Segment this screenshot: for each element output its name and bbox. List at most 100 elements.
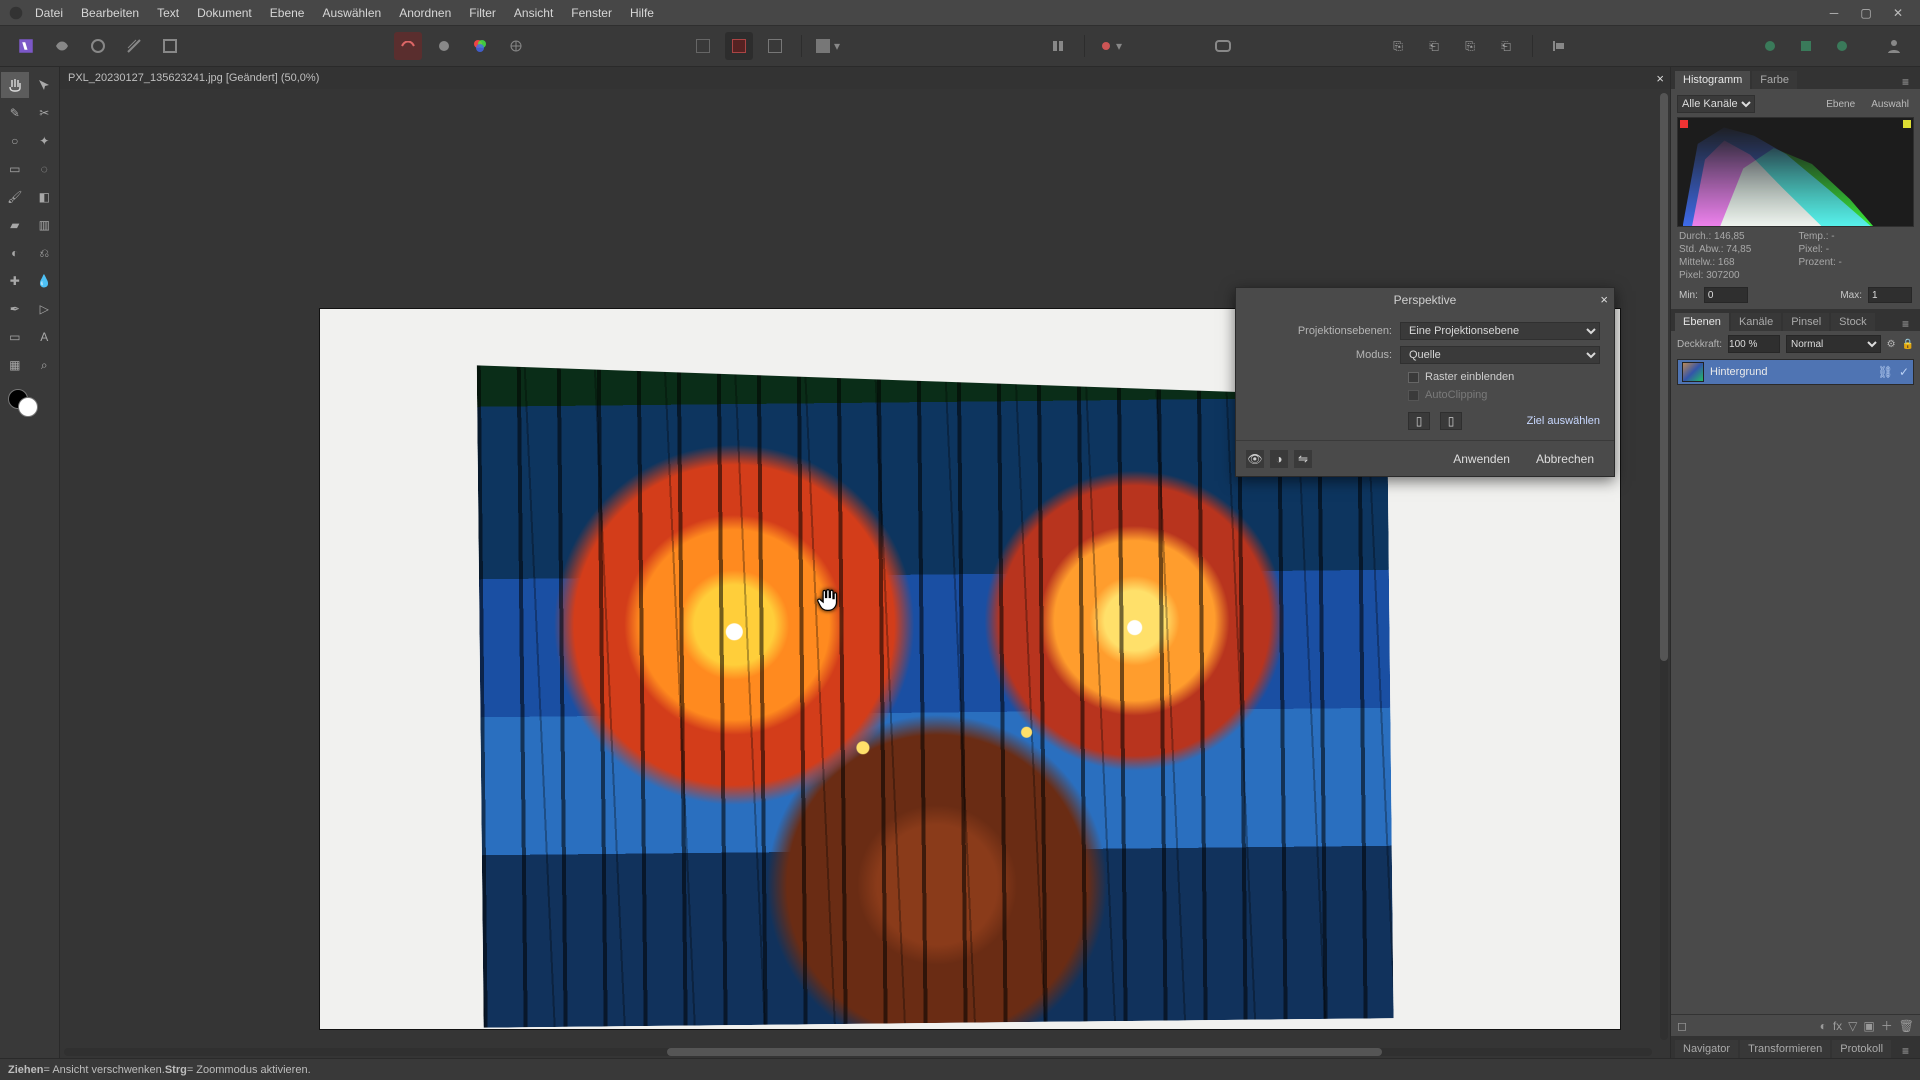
compare-toggle-icon[interactable]: ◑: [1270, 450, 1288, 468]
menu-datei[interactable]: Datei: [26, 2, 72, 24]
node-tool[interactable]: ▷: [31, 296, 59, 322]
move-tool[interactable]: [31, 72, 59, 98]
menu-auswaehlen[interactable]: Auswählen: [313, 2, 390, 24]
menu-hilfe[interactable]: Hilfe: [621, 2, 663, 24]
gradient-tool[interactable]: ▥: [31, 212, 59, 238]
arrange-front-icon[interactable]: ⎗: [1492, 32, 1520, 60]
fx-layer-icon[interactable]: fx: [1833, 1019, 1842, 1033]
snap-grid-icon[interactable]: [689, 32, 717, 60]
erase-tool[interactable]: ◧: [31, 184, 59, 210]
nav-panel-menu-icon[interactable]: ≡: [1902, 1044, 1916, 1058]
window-minimize-button[interactable]: ─: [1818, 4, 1850, 22]
persona-liquify-icon[interactable]: [48, 32, 76, 60]
persona-photo-icon[interactable]: [12, 32, 40, 60]
zoom-tool[interactable]: ⌕: [31, 352, 59, 378]
arrange-backward-icon[interactable]: ⎗: [1420, 32, 1448, 60]
persona-tone-icon[interactable]: [120, 32, 148, 60]
menu-ansicht[interactable]: Ansicht: [505, 2, 562, 24]
horizontal-scrollbar[interactable]: [64, 1048, 1652, 1056]
mirror-toggle-icon[interactable]: ⇋: [1294, 450, 1312, 468]
hist-scope-ebene[interactable]: Ebene: [1821, 97, 1860, 112]
persona-export-icon[interactable]: [156, 32, 184, 60]
crop-tool[interactable]: ✂: [31, 100, 59, 126]
window-close-button[interactable]: ✕: [1882, 4, 1914, 22]
paint-brush-tool[interactable]: 🖌: [1, 184, 29, 210]
menu-anordnen[interactable]: Anordnen: [390, 2, 460, 24]
tab-farbe[interactable]: Farbe: [1752, 71, 1797, 89]
snap-guides-icon[interactable]: [725, 32, 753, 60]
layer-row[interactable]: Hintergrund ⛓ ✓: [1677, 359, 1914, 385]
mask-layer-icon[interactable]: ◻: [1677, 1019, 1687, 1033]
scope-icon[interactable]: [502, 32, 530, 60]
max-input[interactable]: [1868, 287, 1912, 303]
blend-mode-select[interactable]: Normal: [1786, 335, 1881, 353]
live-filter-icon[interactable]: ▽: [1848, 1019, 1857, 1033]
add-layer-icon[interactable]: ＋: [1881, 1017, 1893, 1034]
tab-navigator[interactable]: Navigator: [1675, 1040, 1738, 1058]
menu-text[interactable]: Text: [148, 2, 188, 24]
vertical-scrollbar[interactable]: [1660, 93, 1668, 1040]
panel-menu-icon[interactable]: ≡: [1902, 75, 1916, 89]
view-hand-tool[interactable]: [1, 72, 29, 98]
color-swatches[interactable]: [0, 385, 59, 425]
text-tool[interactable]: A: [31, 324, 59, 350]
planes-select[interactable]: Eine Projektionsebene: [1400, 322, 1600, 340]
account-icon[interactable]: [1880, 32, 1908, 60]
delete-layer-icon[interactable]: 🗑: [1899, 1019, 1914, 1033]
clone-tool[interactable]: ⎌: [31, 240, 59, 266]
layer-visible-icon[interactable]: ✓: [1899, 365, 1909, 379]
healing-tool[interactable]: ✚: [1, 268, 29, 294]
tab-kanaele[interactable]: Kanäle: [1731, 313, 1781, 331]
menu-fenster[interactable]: Fenster: [562, 2, 621, 24]
mesh-warp-tool[interactable]: ▦: [1, 352, 29, 378]
select-target-link[interactable]: Ziel auswählen: [1527, 415, 1600, 427]
tab-protokoll[interactable]: Protokoll: [1832, 1040, 1891, 1058]
layer-link-icon[interactable]: ⛓: [1878, 365, 1893, 379]
white-balance-icon[interactable]: [430, 32, 458, 60]
menu-dokument[interactable]: Dokument: [188, 2, 261, 24]
dodge-tool[interactable]: ◐: [1, 240, 29, 266]
layers-panel-menu-icon[interactable]: ≡: [1902, 317, 1916, 331]
stock-icon[interactable]: [1792, 32, 1820, 60]
document-tab[interactable]: PXL_20230127_135623241.jpg [Geändert] (5…: [60, 67, 1670, 89]
cancel-button[interactable]: Abbrechen: [1526, 449, 1604, 469]
mode-select[interactable]: Quelle: [1400, 346, 1600, 364]
menu-bearbeiten[interactable]: Bearbeiten: [72, 2, 148, 24]
snap-all-icon[interactable]: [761, 32, 789, 60]
tab-ebenen[interactable]: Ebenen: [1675, 313, 1729, 331]
share-icon[interactable]: [1828, 32, 1856, 60]
selection-brush-tool[interactable]: ○: [1, 128, 29, 154]
persona-develop-icon[interactable]: [84, 32, 112, 60]
dialog-close-button[interactable]: ×: [1600, 292, 1608, 307]
marquee-tool[interactable]: ▭: [1, 156, 29, 182]
channels-color-icon[interactable]: [466, 32, 494, 60]
foreground-color-swatch[interactable]: [18, 397, 38, 417]
document-tab-close[interactable]: ×: [1656, 71, 1664, 86]
window-maximize-button[interactable]: ▢: [1850, 4, 1882, 22]
align-panel-icon[interactable]: [1044, 32, 1072, 60]
opacity-input[interactable]: [1728, 335, 1780, 353]
freehand-select-tool[interactable]: ◌: [31, 156, 59, 182]
blur-tool[interactable]: 💧: [31, 268, 59, 294]
apply-button[interactable]: Anwenden: [1443, 449, 1520, 469]
preview-toggle-icon[interactable]: 👁: [1246, 450, 1264, 468]
layer-lock-icon[interactable]: 🔒: [1902, 339, 1914, 350]
tab-pinsel[interactable]: Pinsel: [1783, 313, 1829, 331]
before-view-icon[interactable]: ▯: [1408, 412, 1430, 430]
pen-tool[interactable]: ✒: [1, 296, 29, 322]
assistant-dropdown[interactable]: ▾: [1097, 32, 1125, 60]
shape-tool[interactable]: ▭: [1, 324, 29, 350]
sync-cloud-icon[interactable]: [1756, 32, 1784, 60]
min-input[interactable]: [1704, 287, 1748, 303]
show-grid-checkbox[interactable]: [1408, 372, 1419, 383]
quick-mask-icon[interactable]: [1209, 32, 1237, 60]
canvas-viewport[interactable]: Perspektive × Projektionsebenen: Eine Pr…: [60, 89, 1670, 1058]
tab-histogramm[interactable]: Histogramm: [1675, 71, 1750, 89]
menu-filter[interactable]: Filter: [460, 2, 505, 24]
arrange-forward-icon[interactable]: ⎘: [1456, 32, 1484, 60]
tab-stock[interactable]: Stock: [1831, 313, 1875, 331]
tab-transformieren[interactable]: Transformieren: [1740, 1040, 1830, 1058]
fill-tool[interactable]: ▰: [1, 212, 29, 238]
arrange-back-icon[interactable]: ⎘: [1384, 32, 1412, 60]
group-layer-icon[interactable]: ▣: [1863, 1019, 1874, 1033]
